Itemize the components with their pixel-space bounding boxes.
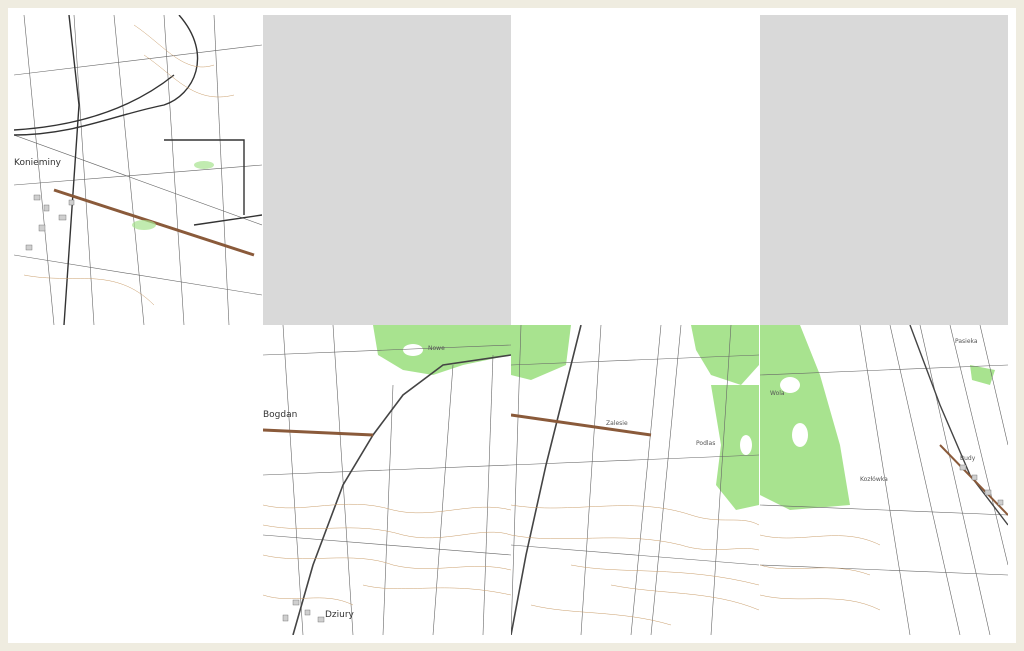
place-label-zalesie: Zalesie [606, 420, 628, 427]
map-tile-r1-c4-loading [760, 15, 1008, 325]
place-label-bogdan: Bogdan [263, 410, 297, 420]
place-label-konieminy: Konieminy [14, 158, 62, 168]
map-tile-r2-c2[interactable]: Bogdan Dziury Nowe [263, 325, 511, 635]
map-tile-r1-c3-empty [511, 15, 759, 325]
map-viewport[interactable]: Konieminy Bogdan Dziury Nowe Zalesie Pod… [8, 8, 1016, 643]
map-tile-r2-c4-graphic: Kozłówka Pasieka Budy Wola [760, 325, 1008, 635]
map-tile-r2-c4[interactable]: Kozłówka Pasieka Budy Wola [760, 325, 1008, 635]
place-label-wola: Wola [770, 390, 785, 397]
map-tile-r1-c1-graphic: Konieminy [14, 15, 262, 325]
map-tile-r2-c3[interactable]: Zalesie Podlas [511, 325, 759, 635]
map-tile-r2-c3-graphic: Zalesie Podlas [511, 325, 759, 635]
map-tile-r1-c1[interactable]: Konieminy [14, 15, 262, 325]
place-label-nowe: Nowe [428, 345, 445, 352]
map-tile-r2-c2-graphic: Bogdan Dziury Nowe [263, 325, 511, 635]
map-tile-r2-c1-empty [14, 325, 262, 635]
place-label-pasieka: Pasieka [955, 338, 978, 345]
map-tile-r1-c2-loading [263, 15, 511, 325]
place-label-podlas: Podlas [696, 440, 715, 447]
place-label-dziury: Dziury [325, 610, 355, 620]
place-label-kozlowka: Kozłówka [860, 476, 888, 483]
place-label-budy: Budy [960, 455, 976, 462]
